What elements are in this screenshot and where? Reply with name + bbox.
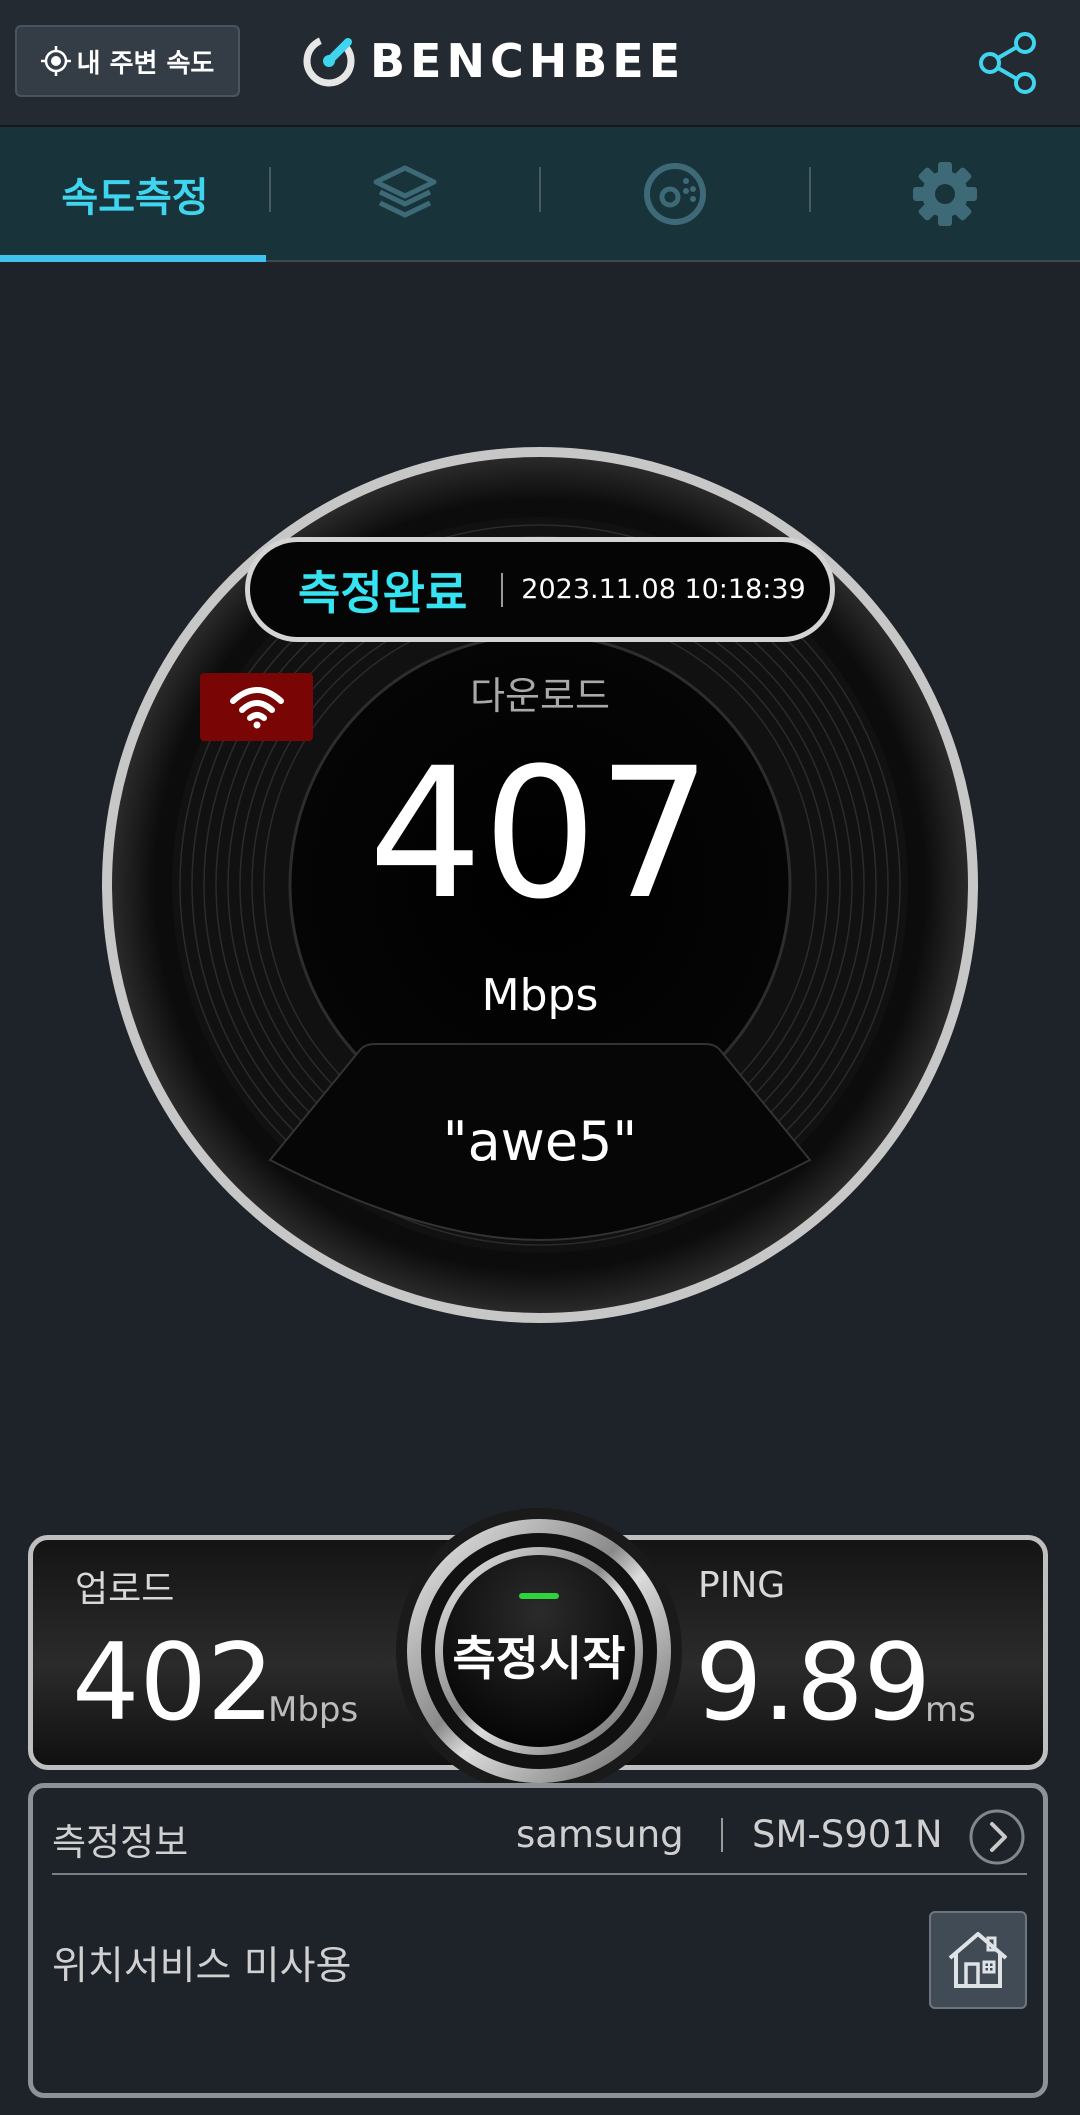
location-target-icon	[40, 46, 71, 76]
upload-unit: Mbps	[268, 1690, 359, 1730]
tab-bar: 속도측정	[0, 127, 1080, 262]
info-title: 측정정보	[52, 1821, 189, 1864]
device-brand: samsung	[516, 1813, 684, 1856]
tab-settings[interactable]	[810, 127, 1080, 260]
house-icon	[948, 1932, 1008, 1988]
location-service-status: 위치서비스 미사용	[52, 1944, 352, 1989]
speedometer-logo-icon	[303, 35, 355, 87]
tab-speed-test[interactable]: 속도측정	[0, 127, 270, 262]
tab-speed-test-label: 속도측정	[61, 174, 209, 221]
tab-statistics[interactable]	[540, 127, 810, 260]
connection-type-badge	[200, 673, 313, 741]
upload-label: 업로드	[75, 1569, 175, 1610]
nearby-speed-button[interactable]: 내 주변 속도	[15, 25, 240, 97]
start-test-label: 측정시작	[452, 1632, 626, 1687]
info-divider	[52, 1873, 1027, 1875]
tab-active-indicator	[0, 255, 266, 262]
disc-stats-icon	[644, 162, 706, 225]
ping-label: PING	[698, 1565, 786, 1606]
chevron-right-icon[interactable]	[968, 1808, 1026, 1866]
wifi-icon	[229, 687, 284, 729]
upload-value: 402	[72, 1621, 275, 1744]
measurement-datetime: 2023.11.08 10:18:39	[521, 574, 806, 605]
top-bar: 내 주변 속도 BENCHBEE	[0, 0, 1080, 127]
logo-text: BENCHBEE	[370, 34, 686, 88]
download-label: 다운로드	[470, 674, 610, 718]
nearby-speed-label: 내 주변 속도	[76, 48, 215, 79]
benchbee-logo: BENCHBEE	[302, 34, 685, 88]
status-led	[519, 1593, 559, 1599]
network-name: "awe5"	[442, 1110, 638, 1173]
device-model: SM-S901N	[752, 1813, 943, 1856]
ping-value: 9.89	[695, 1621, 932, 1744]
info-divider-vertical	[721, 1818, 723, 1852]
home-location-button[interactable]	[929, 1911, 1027, 2009]
status-title: 측정완료	[298, 565, 468, 620]
status-divider	[501, 572, 504, 607]
download-unit: Mbps	[481, 970, 599, 1021]
share-icon[interactable]	[975, 30, 1041, 96]
ping-unit: ms	[925, 1690, 976, 1730]
gear-icon	[913, 161, 977, 226]
download-value: 407	[368, 730, 712, 939]
layers-icon	[373, 165, 437, 217]
measurement-status-pill: 측정완료 2023.11.08 10:18:39	[245, 537, 835, 642]
tab-history[interactable]	[270, 127, 540, 260]
